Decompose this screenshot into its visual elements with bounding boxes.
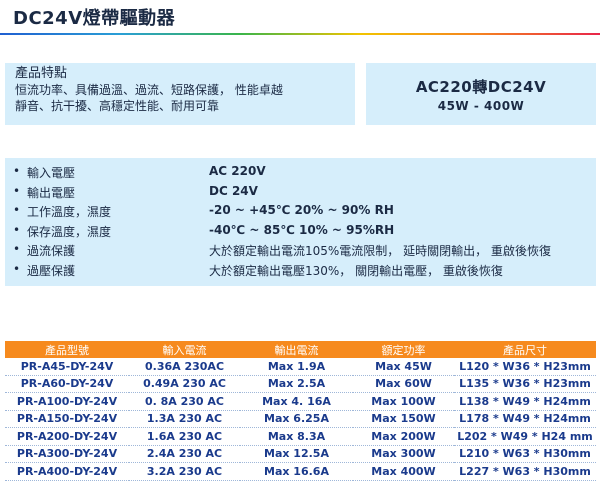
spec-label: 保存溫度，濕度 bbox=[27, 224, 112, 239]
cell-rated-power: Max 60W bbox=[353, 375, 454, 393]
specs-panel: • 輸入電壓 AC 220V • 輸出電壓 DC 24V • 工作溫度，濕度 -… bbox=[5, 158, 596, 286]
spec-value: 大於額定輸出電流105%電流限制， 延時關閉輸出， 重啟後恢復 bbox=[209, 244, 551, 258]
table-row: PR-A45-DY-24V 0.36A 230AC Max 1.9A Max 4… bbox=[5, 358, 596, 376]
spec-row-overvoltage: • 過壓保護 大於額定輸出電壓130%， 關閉輸出電壓， 重啟後恢復 bbox=[5, 262, 596, 282]
cell-input-current: 1.6A 230 AC bbox=[129, 427, 240, 446]
table-header-row: 產品型號 輸入電流 輸出電流 額定功率 產品尺寸 bbox=[5, 341, 596, 358]
spec-row-input-voltage: • 輸入電壓 AC 220V bbox=[5, 164, 596, 184]
cell-model: PR-A200-DY-24V bbox=[5, 427, 129, 446]
cell-output-current: Max 16.6A bbox=[240, 462, 353, 481]
features-heading: 產品特點 bbox=[15, 66, 68, 81]
spec-label: 輸入電壓 bbox=[27, 166, 76, 180]
spec-label: 輸出電壓 bbox=[27, 185, 76, 200]
cell-output-current: Max 8.3A bbox=[240, 427, 353, 446]
spec-row-operating-temp: • 工作溫度，濕度 -20 ~ +45℃ 20% ~ 90% RH bbox=[5, 203, 596, 223]
header-dimensions: 產品尺寸 bbox=[454, 341, 596, 358]
spec-row-storage-temp: • 保存溫度，濕度 -40℃ ~ 85℃ 10% ~ 95%RH bbox=[5, 223, 596, 243]
rainbow-divider bbox=[0, 33, 600, 35]
cell-dimensions: L138 * W49 * H24mm bbox=[454, 392, 596, 411]
bullet-icon: • bbox=[13, 242, 21, 256]
spec-value: AC 220V bbox=[209, 164, 266, 178]
cell-output-current: Max 4. 16A bbox=[240, 392, 353, 411]
cell-input-current: 0. 8A 230 AC bbox=[129, 392, 240, 411]
cell-model: PR-A100-DY-24V bbox=[5, 392, 129, 411]
features-panel: 產品特點 恒流功率、具備過溫、過流、短路保護， 性能卓越 靜音、抗干擾、高穩定性… bbox=[5, 63, 355, 125]
spec-label: 過流保護 bbox=[27, 244, 76, 258]
header-output-current: 輸出電流 bbox=[240, 341, 353, 358]
page-title: DC24V燈帶驅動器 bbox=[13, 8, 176, 29]
cell-input-current: 0.49A 230 AC bbox=[129, 375, 240, 393]
spec-row-output-voltage: • 輸出電壓 DC 24V bbox=[5, 184, 596, 204]
cell-rated-power: Max 300W bbox=[353, 445, 454, 463]
power-range: 45W - 400W bbox=[437, 99, 525, 113]
cell-model: PR-A400-DY-24V bbox=[5, 462, 129, 481]
cell-input-current: 1.3A 230 AC bbox=[129, 410, 240, 428]
cell-rated-power: Max 400W bbox=[353, 462, 454, 481]
cell-output-current: Max 1.9A bbox=[240, 358, 353, 376]
bullet-icon: • bbox=[13, 203, 21, 217]
cell-output-current: Max 12.5A bbox=[240, 445, 353, 463]
conversion-title: AC220轉DC24V bbox=[415, 78, 547, 96]
cell-rated-power: Max 200W bbox=[353, 427, 454, 446]
cell-model: PR-A60-DY-24V bbox=[5, 375, 129, 393]
table-row: PR-A200-DY-24V 1.6A 230 AC Max 8.3A Max … bbox=[5, 427, 596, 446]
cell-dimensions: L210 * W63 * H30mm bbox=[454, 445, 596, 463]
cell-dimensions: L227 * W63 * H30mm bbox=[454, 462, 596, 481]
cell-input-current: 3.2A 230 AC bbox=[129, 462, 240, 481]
cell-model: PR-A150-DY-24V bbox=[5, 410, 129, 428]
table-row: PR-A150-DY-24V 1.3A 230 AC Max 6.25A Max… bbox=[5, 410, 596, 428]
table-row: PR-A100-DY-24V 0. 8A 230 AC Max 4. 16A M… bbox=[5, 392, 596, 411]
spec-value: DC 24V bbox=[209, 183, 258, 198]
cell-rated-power: Max 150W bbox=[353, 410, 454, 428]
cell-output-current: Max 6.25A bbox=[240, 410, 353, 428]
cell-dimensions: L202 * W49 * H24 mm bbox=[454, 427, 596, 446]
spec-value: 大於額定輸出電壓130%， 關閉輸出電壓， 重啟後恢復 bbox=[209, 263, 503, 278]
cell-model: PR-A300-DY-24V bbox=[5, 445, 129, 463]
features-line-2: 靜音、抗干擾、高穩定性能、耐用可靠 bbox=[15, 99, 220, 113]
spec-value: -40℃ ~ 85℃ 10% ~ 95%RH bbox=[209, 222, 395, 237]
bullet-icon: • bbox=[13, 183, 21, 198]
spec-label: 工作溫度，濕度 bbox=[27, 205, 112, 219]
spec-row-overcurrent: • 過流保護 大於額定輸出電流105%電流限制， 延時關閉輸出， 重啟後恢復 bbox=[5, 242, 596, 262]
cell-dimensions: L135 * W36 * H23mm bbox=[454, 375, 596, 393]
cell-output-current: Max 2.5A bbox=[240, 375, 353, 393]
table-row: PR-A300-DY-24V 2.4A 230 AC Max 12.5A Max… bbox=[5, 445, 596, 463]
cell-dimensions: L120 * W36 * H23mm bbox=[454, 358, 596, 376]
features-line-1: 恒流功率、具備過溫、過流、短路保護， 性能卓越 bbox=[15, 83, 283, 97]
bullet-icon: • bbox=[13, 261, 21, 276]
header-model: 產品型號 bbox=[5, 341, 129, 358]
header-input-current: 輸入電流 bbox=[129, 341, 240, 358]
conversion-panel: AC220轉DC24V 45W - 400W bbox=[366, 63, 596, 125]
spec-value: -20 ~ +45℃ 20% ~ 90% RH bbox=[209, 203, 394, 217]
table-row: PR-A60-DY-24V 0.49A 230 AC Max 2.5A Max … bbox=[5, 375, 596, 393]
cell-input-current: 2.4A 230 AC bbox=[129, 445, 240, 463]
cell-dimensions: L178 * W49 * H24mm bbox=[454, 410, 596, 428]
bullet-icon: • bbox=[13, 164, 21, 178]
cell-model: PR-A45-DY-24V bbox=[5, 358, 129, 376]
bullet-icon: • bbox=[13, 222, 21, 237]
cell-rated-power: Max 45W bbox=[353, 358, 454, 376]
table-row: PR-A400-DY-24V 3.2A 230 AC Max 16.6A Max… bbox=[5, 462, 596, 481]
spec-label: 過壓保護 bbox=[27, 263, 76, 278]
product-table: 產品型號 輸入電流 輸出電流 額定功率 產品尺寸 PR-A45-DY-24V 0… bbox=[5, 341, 596, 481]
header-rated-power: 額定功率 bbox=[353, 341, 454, 358]
cell-rated-power: Max 100W bbox=[353, 392, 454, 411]
cell-input-current: 0.36A 230AC bbox=[129, 358, 240, 376]
